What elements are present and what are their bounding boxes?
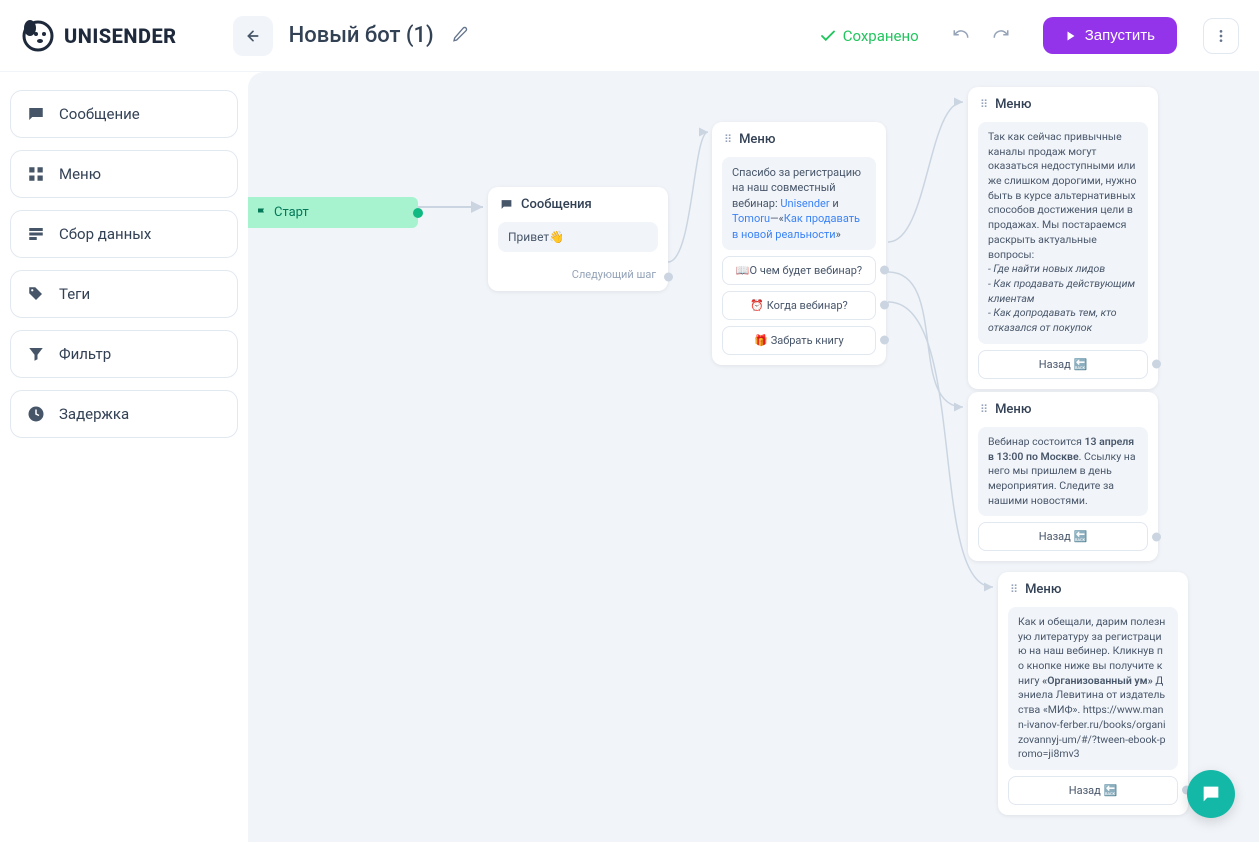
menu-text: Как и обещали, дарим полезную литературу… (1008, 607, 1178, 770)
message-icon (500, 198, 513, 211)
output-port[interactable] (880, 336, 889, 345)
logo-icon (20, 18, 56, 54)
menu-node-2[interactable]: ⠿ Меню Так как сейчас привычные каналы пр… (968, 87, 1158, 389)
sidebar-item-label: Задержка (59, 405, 129, 423)
sidebar-item-menu[interactable]: Меню (10, 150, 238, 198)
sidebar-item-label: Теги (59, 285, 90, 303)
brand-logo: UNISENDER (20, 18, 177, 54)
output-port[interactable] (1152, 360, 1161, 369)
redo-icon (992, 25, 1010, 43)
launch-button[interactable]: Запустить (1043, 17, 1177, 54)
tag-icon (27, 285, 45, 303)
arrow-left-icon (245, 28, 261, 44)
redo-button[interactable] (985, 20, 1017, 52)
drag-icon: ⠿ (724, 133, 731, 146)
link-tomoru[interactable]: Tomoru (732, 212, 770, 225)
saved-label: Сохранено (843, 27, 919, 45)
node-title: Сообщения (521, 197, 592, 212)
message-bubble: Привет👋 (498, 222, 658, 252)
filter-icon (27, 345, 45, 363)
more-vertical-icon (1213, 28, 1229, 44)
sidebar-item-label: Меню (59, 165, 101, 183)
output-port[interactable] (880, 266, 889, 275)
menu-option-back[interactable]: Назад 🔙 (1008, 776, 1178, 805)
menu-node-1[interactable]: ⠿ Меню Спасибо за регистрацию на наш совм… (712, 122, 886, 365)
menu-option-about[interactable]: 📖О чем будет вебинар? (722, 256, 876, 285)
pencil-icon (452, 26, 468, 42)
drag-icon: ⠿ (980, 403, 987, 416)
sidebar-item-label: Сообщение (59, 105, 140, 123)
chat-fab[interactable] (1187, 770, 1235, 818)
message-icon (27, 105, 45, 123)
sidebar-item-label: Фильтр (59, 345, 111, 363)
drag-icon: ⠿ (980, 98, 987, 111)
undo-button[interactable] (945, 20, 977, 52)
output-port[interactable] (413, 208, 423, 218)
node-title: Меню (739, 132, 775, 147)
page-title: Новый бот (1) (289, 23, 434, 48)
sidebar-item-message[interactable]: Сообщение (10, 90, 238, 138)
output-port[interactable] (1152, 532, 1161, 541)
saved-status: Сохранено (819, 27, 919, 45)
more-button[interactable] (1203, 18, 1239, 54)
next-step-label: Следующий шаг (488, 262, 668, 291)
menu-text: Так как сейчас привычные каналы продаж м… (978, 122, 1148, 344)
brand-name: UNISENDER (64, 24, 177, 48)
menu-text: Спасибо за регистрацию на наш совместный… (722, 157, 876, 250)
menu-option-book[interactable]: 🎁 Забрать книгу (722, 326, 876, 355)
messages-node[interactable]: Сообщения Привет👋 Следующий шаг (488, 187, 668, 291)
drag-icon: ⠿ (1010, 583, 1017, 596)
blocks-sidebar: Сообщение Меню Сбор данных Теги Фильтр З… (0, 72, 248, 842)
edit-title-button[interactable] (446, 22, 474, 50)
undo-icon (952, 25, 970, 43)
output-port[interactable] (664, 272, 673, 281)
grid-icon (27, 165, 45, 183)
flow-canvas[interactable]: Старт Сообщения Привет👋 Следующий шаг ⠿ М… (248, 72, 1259, 842)
menu-option-when[interactable]: ⏰ Когда вебинар? (722, 291, 876, 320)
clock-icon (27, 405, 45, 423)
check-icon (819, 27, 837, 45)
form-icon (27, 225, 45, 243)
sidebar-item-filter[interactable]: Фильтр (10, 330, 238, 378)
node-title: Меню (995, 97, 1031, 112)
sidebar-item-tags[interactable]: Теги (10, 270, 238, 318)
start-node[interactable]: Старт (248, 197, 418, 228)
menu-option-back[interactable]: Назад 🔙 (978, 350, 1148, 379)
sidebar-item-data-collection[interactable]: Сбор данных (10, 210, 238, 258)
play-icon (1065, 30, 1077, 42)
node-title: Меню (995, 402, 1031, 417)
sidebar-item-delay[interactable]: Задержка (10, 390, 238, 438)
menu-node-4[interactable]: ⠿ Меню Как и обещали, дарим полезную лите… (998, 572, 1188, 815)
link-unisender[interactable]: Unisender (780, 197, 829, 210)
chat-icon (1200, 783, 1222, 805)
launch-label: Запустить (1085, 27, 1155, 44)
output-port[interactable] (880, 301, 889, 310)
flag-icon (256, 207, 268, 219)
node-title: Меню (1025, 582, 1061, 597)
back-button[interactable] (233, 16, 273, 56)
menu-option-back[interactable]: Назад 🔙 (978, 522, 1148, 551)
menu-node-3[interactable]: ⠿ Меню Вебинар состоится 13 апреля в 13:0… (968, 392, 1158, 561)
sidebar-item-label: Сбор данных (59, 225, 151, 243)
menu-text: Вебинар состоится 13 апреля в 13:00 по М… (978, 427, 1148, 516)
topbar: UNISENDER Новый бот (1) Сохранено Запуст… (0, 0, 1259, 72)
start-label: Старт (274, 205, 309, 220)
